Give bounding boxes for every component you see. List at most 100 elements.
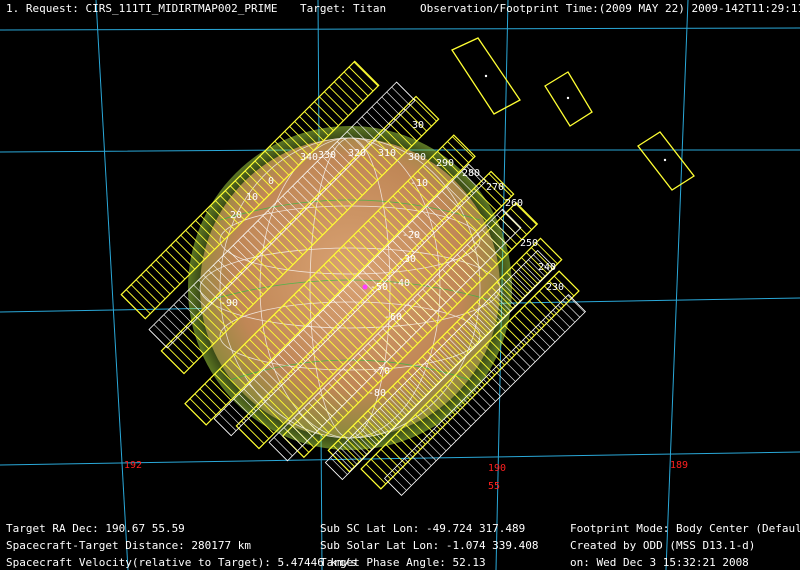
lon-label: 290: [436, 158, 454, 169]
footprint-rung: [537, 324, 556, 343]
footprint-rung: [340, 447, 358, 465]
footprint-rung: [140, 274, 166, 300]
footprint-rung: [360, 468, 382, 490]
observation-time: Observation/Footprint Time:(2009 MAY 22)…: [420, 2, 800, 15]
lon-label: 300: [408, 152, 426, 163]
footprint-rung: [557, 305, 576, 323]
footprint-rung: [503, 359, 521, 377]
footprint-rung: [501, 209, 521, 229]
footprint-rung: [542, 319, 561, 338]
request-label: 1. Request: CIRS_111TI_MIDIRTMAP002_PRIM…: [6, 2, 278, 15]
footprint-rung: [168, 309, 188, 329]
lat-label: -70: [372, 366, 390, 377]
footprint-rung: [370, 458, 392, 480]
footprint-rung: [452, 136, 474, 159]
footprint-rung: [145, 269, 171, 295]
footprint-rung: [534, 295, 555, 317]
ra-label-192: 192: [124, 460, 143, 471]
footprint-rung: [153, 324, 173, 344]
ra-label-190: 190: [488, 463, 507, 474]
footprint-rung: [413, 98, 437, 122]
lon-label: 310: [378, 148, 396, 159]
footprint-rung: [365, 463, 387, 485]
footprint-rung: [390, 439, 411, 460]
footprint-rung: [381, 96, 401, 116]
lat-label: 30: [412, 120, 424, 131]
footprint-rung: [529, 300, 550, 321]
lat-label: -20: [402, 230, 420, 241]
footprint-rung: [353, 61, 379, 87]
footprint-rung: [514, 315, 535, 336]
velocity-readout: Spacecraft Velocity(relative to Target):…: [6, 556, 357, 569]
footprint-rung: [148, 329, 168, 349]
ra-dec-readout: Target RA Dec: 190.67 55.59: [6, 522, 185, 535]
footprint-rung: [504, 325, 525, 346]
footprint-rung: [513, 274, 531, 292]
lat-label: -30: [398, 254, 416, 265]
footprint-rung: [448, 413, 467, 432]
footprint-rung: [325, 462, 343, 480]
footprint-mode: Footprint Mode: Body Center (Default): [570, 522, 800, 535]
phase-angle-readout: Target Phase Angle: 52.13: [320, 556, 486, 569]
lon-label: 320: [348, 148, 366, 159]
footprint-rung: [323, 91, 349, 117]
footprint-rung: [458, 403, 477, 422]
footprint-rung: [468, 394, 486, 412]
lat-label: -60: [384, 312, 402, 323]
sub-solar-readout: Sub Solar Lat Lon: -1.074 339.408: [320, 539, 539, 552]
footprint-rung: [338, 76, 364, 102]
footprint-rung: [163, 314, 183, 334]
footprint-rung: [524, 305, 545, 326]
footprint-rung: [158, 319, 178, 339]
lat-label: -10: [410, 178, 428, 189]
footprint-rung: [309, 106, 334, 131]
footprint-rung: [493, 369, 511, 387]
footprint-rung: [385, 443, 406, 465]
footprint-rung: [120, 294, 146, 319]
footprint-rung: [223, 408, 242, 427]
lon-label: 270: [486, 182, 504, 193]
footprint-rung: [518, 269, 536, 287]
footprint-rung: [160, 254, 186, 280]
footprint-rung: [335, 452, 353, 470]
created-by: Created by ODD (MSS D13.1-d): [570, 539, 756, 552]
footprint-rung: [333, 81, 359, 107]
lon-label: 280: [462, 168, 480, 179]
footprint-rung: [394, 468, 412, 486]
footprint-rung: [409, 453, 427, 471]
footprint-rung: [319, 96, 344, 122]
footprint-rung: [371, 106, 391, 126]
footprint-rung: [175, 335, 200, 360]
lon-label: 240: [538, 262, 556, 273]
footprint-rung: [155, 259, 181, 285]
lat-label: 10: [246, 192, 258, 203]
footprint-rung: [328, 86, 354, 112]
footprint-rung: [343, 71, 369, 97]
footprint-rung: [314, 101, 339, 127]
created-on: on: Wed Dec 3 15:32:21 2008: [570, 556, 749, 569]
footprint-rung: [268, 442, 288, 462]
sub-spacecraft-point: [362, 284, 368, 290]
footprint-rung: [428, 433, 447, 452]
footprint-rung: [391, 86, 411, 106]
footprint-rung: [522, 339, 541, 358]
footprint-rung: [165, 345, 190, 369]
footprint-rung: [273, 437, 293, 457]
distance-readout: Spacecraft-Target Distance: 280177 km: [6, 539, 252, 552]
footprint-rung: [539, 290, 560, 312]
lon-label: 340: [300, 152, 318, 163]
footprint-rung: [399, 463, 417, 481]
lat-label: -80: [368, 388, 386, 399]
footprint-rung: [189, 398, 212, 421]
footprint-rung: [389, 473, 407, 491]
footprint-rung: [386, 91, 406, 111]
footprint-rung: [161, 350, 185, 374]
satellite-footprints: [451, 37, 695, 191]
lon-label: 230: [546, 282, 564, 293]
footprint-rung: [552, 309, 571, 328]
footprint-rung: [170, 340, 195, 364]
footprint-rung: [483, 379, 501, 397]
footprint-rung: [513, 349, 531, 367]
footprint-rung: [184, 403, 207, 426]
sub-sc-readout: Sub SC Lat Lon: -49.724 317.489: [320, 522, 526, 535]
